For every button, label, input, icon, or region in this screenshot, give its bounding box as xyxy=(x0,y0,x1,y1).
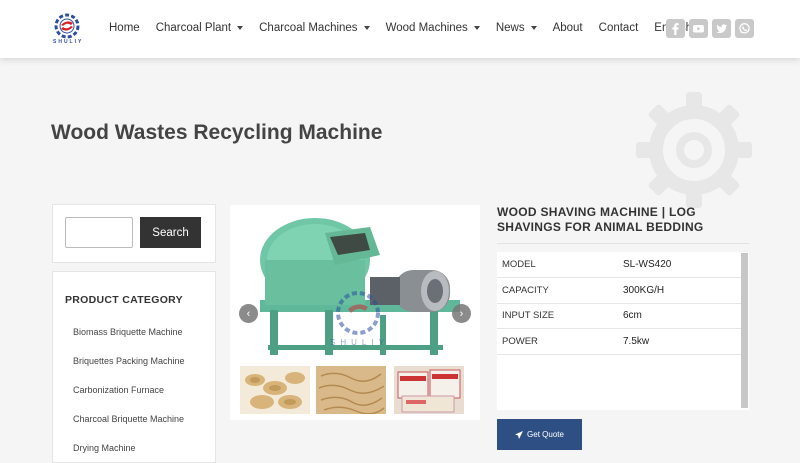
nav-item-label: About xyxy=(552,22,583,34)
spec-key: CAPACITY xyxy=(502,284,549,296)
main-nav: Home Charcoal Plant Charcoal Machines Wood … xyxy=(109,22,720,34)
thumbnail-3[interactable] xyxy=(394,366,464,414)
search-input[interactable] xyxy=(65,217,133,248)
nav-item-home[interactable]: Home xyxy=(109,22,140,34)
thumbnail-2[interactable] xyxy=(316,366,386,414)
spec-row: POWER 7.5kw xyxy=(497,329,741,355)
nav-item-contact[interactable]: Contact xyxy=(599,22,639,34)
nav-item-label: Contact xyxy=(598,22,639,34)
nav-item-charcoal-machines[interactable]: Charcoal Machines xyxy=(259,22,370,34)
category-link[interactable]: Charcoal Briquette Machine xyxy=(73,414,185,443)
caret-down-icon xyxy=(473,26,480,30)
nav-item-wood-machines[interactable]: Wood Machines xyxy=(386,22,480,34)
caret-down-icon xyxy=(237,26,244,30)
spec-value: 300KG/H xyxy=(623,284,665,296)
page-title: Wood Wastes Recycling Machine xyxy=(51,121,383,144)
spec-value: 6cm xyxy=(623,310,642,321)
category-link[interactable]: Biomass Briquette Machine xyxy=(73,327,185,356)
spec-row: CAPACITY 300KG/H xyxy=(497,278,741,304)
youtube-icon[interactable] xyxy=(689,19,708,38)
search-widget: Search xyxy=(52,204,216,263)
spec-table: MODEL SL-WS420 CAPACITY 300KG/H INPUT SIZE 6c… xyxy=(497,252,749,410)
caret-down-icon xyxy=(530,26,537,30)
product-category-widget: PRODUCT CATEGORY Biomass Briquette Machi… xyxy=(52,271,216,463)
spec-row: MODEL SL-WS420 xyxy=(497,252,741,278)
gear-icon xyxy=(636,92,752,208)
nav-item-label: Home xyxy=(109,22,140,34)
nav-item-label: News xyxy=(495,22,525,34)
get-quote-label: Get Quote xyxy=(527,430,564,439)
nav-item-news[interactable]: News xyxy=(496,22,537,34)
nav-item-label: Charcoal Plant xyxy=(155,22,232,34)
category-link[interactable]: Carbonization Furnace xyxy=(73,385,185,414)
spec-key: INPUT SIZE xyxy=(502,310,555,321)
category-title: PRODUCT CATEGORY xyxy=(65,294,183,306)
spec-key: MODEL xyxy=(502,259,536,270)
product-gallery: SHULIY ‹ › xyxy=(230,205,480,420)
watermark-text: SHULIY xyxy=(330,338,389,347)
nav-item-charcoal-plant[interactable]: Charcoal Plant xyxy=(155,22,244,34)
gallery-next-button[interactable]: › xyxy=(452,304,471,323)
category-link[interactable]: Briquettes Packing Machine xyxy=(73,356,185,385)
product-title: WOOD SHAVING MACHINE | LOG SHAVINGS FOR … xyxy=(497,205,704,234)
logo-text: SHULIY xyxy=(53,39,84,45)
nav-item-about[interactable]: About xyxy=(553,22,583,34)
spec-value: 7.5kw xyxy=(623,335,650,347)
spec-row: INPUT SIZE 6cm xyxy=(497,303,741,329)
twitter-icon[interactable] xyxy=(712,19,731,38)
title-divider xyxy=(497,243,749,244)
send-icon xyxy=(515,430,524,439)
thumbnail-1[interactable] xyxy=(240,366,310,414)
spec-key: POWER xyxy=(502,335,538,347)
facebook-icon[interactable] xyxy=(666,19,685,38)
spec-table-scrollbar[interactable] xyxy=(741,253,748,408)
category-list: Biomass Briquette Machine Briquettes Pack… xyxy=(73,327,185,462)
nav-item-label: Wood Machines xyxy=(385,22,468,34)
nav-item-label: Charcoal Machines xyxy=(259,22,358,34)
product-main-image[interactable]: SHULIY xyxy=(230,205,480,360)
site-header: SHULIY Home Charcoal Plant Charcoal Machin… xyxy=(0,0,800,58)
whatsapp-icon[interactable] xyxy=(735,19,754,38)
caret-down-icon xyxy=(363,26,370,30)
search-button[interactable]: Search xyxy=(140,217,201,248)
social-links xyxy=(666,19,758,38)
gallery-prev-button[interactable]: ‹ xyxy=(239,304,258,323)
category-link[interactable]: Drying Machine xyxy=(73,443,185,462)
spec-value: SL-WS420 xyxy=(623,259,672,270)
get-quote-button[interactable]: Get Quote xyxy=(497,419,582,450)
